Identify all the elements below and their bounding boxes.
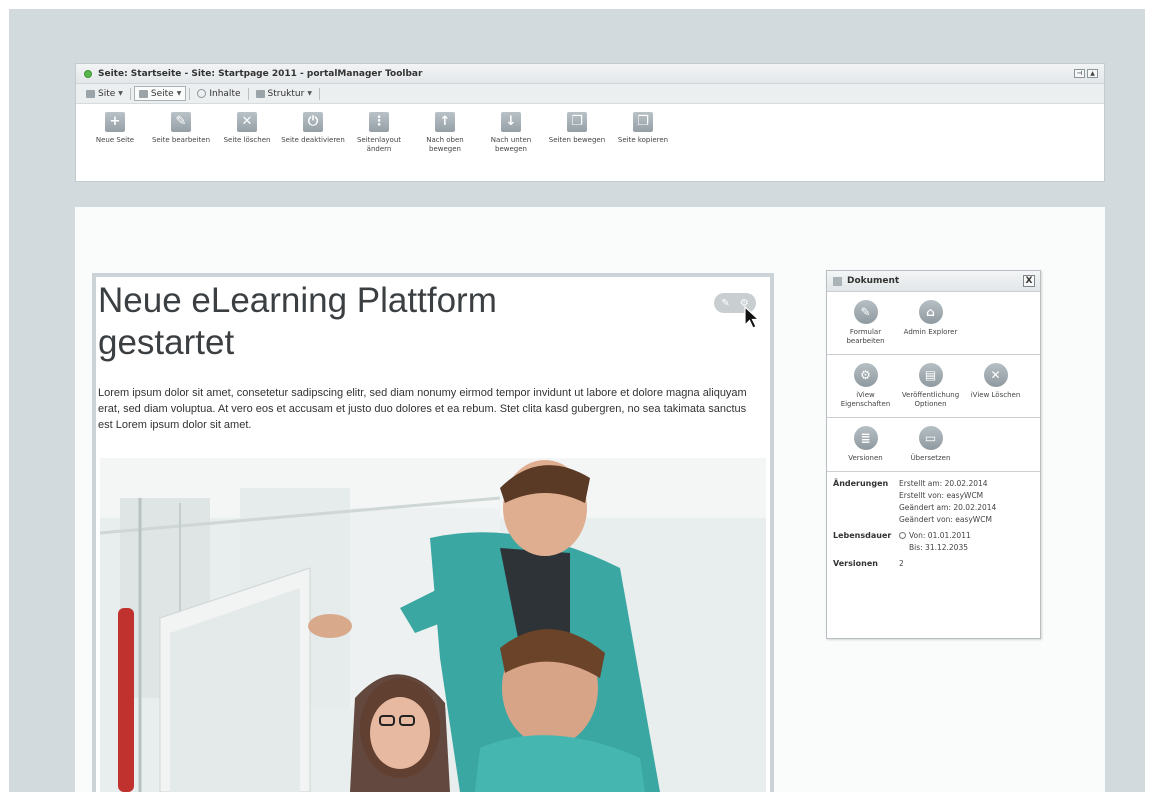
aenderungen-label: Änderungen bbox=[833, 479, 889, 488]
action-label: Seitenlayout ändern bbox=[356, 136, 402, 153]
lebensdauer-von: Von: 01.01.2011 bbox=[909, 531, 971, 540]
pin-icon[interactable]: ⊣ bbox=[1074, 69, 1085, 78]
uebersetzen-button[interactable]: ▭ Übersetzen bbox=[898, 426, 963, 463]
plus-icon: + bbox=[105, 112, 125, 132]
dokument-section-2: ⚙ iView Eigenschaften ▤ Veröffentlichung O… bbox=[827, 355, 1040, 418]
toolbar-titlebar: Seite: Startseite - Site: Startpage 2011… bbox=[76, 64, 1104, 84]
content-icon bbox=[197, 89, 207, 98]
nach-unten-button[interactable]: ↓ Nach unten bewegen bbox=[478, 112, 544, 154]
menu-inhalte[interactable]: Inhalte bbox=[193, 86, 244, 101]
home-icon: ⌂ bbox=[918, 300, 943, 324]
page-icon bbox=[138, 89, 148, 98]
versionen-button[interactable]: ≣ Versionen bbox=[833, 426, 898, 463]
menu-site-label: Site bbox=[98, 88, 116, 99]
publish-icon: ▤ bbox=[918, 363, 943, 387]
pencil-icon: ✎ bbox=[171, 112, 191, 132]
iview-loeschen-button[interactable]: ✕ iView Löschen bbox=[963, 363, 1028, 409]
seite-deaktivieren-button[interactable]: ⏻ Seite deaktivieren bbox=[280, 112, 346, 154]
menu-seite[interactable]: Seite ▼ bbox=[133, 86, 187, 101]
portal-manager-toolbar: Seite: Startseite - Site: Startpage 2011… bbox=[75, 63, 1105, 182]
iview-eigenschaften-button[interactable]: ⚙ iView Eigenschaften bbox=[833, 363, 898, 409]
lebensdauer-label: Lebensdauer bbox=[833, 531, 892, 540]
versions-icon: ≣ bbox=[853, 426, 878, 450]
menu-inhalte-label: Inhalte bbox=[209, 88, 241, 99]
folder-icon bbox=[86, 89, 95, 98]
dokument-title: Dokument bbox=[847, 276, 900, 286]
pencil-icon[interactable]: ✎ bbox=[721, 298, 729, 309]
arrow-up-icon: ↑ bbox=[435, 112, 455, 132]
pencil-circle-icon: ✎ bbox=[853, 300, 878, 324]
action-label: Seite deaktivieren bbox=[281, 136, 345, 144]
dokument-section-1: ✎ Formular bearbeiten ⌂ Admin Explorer bbox=[827, 292, 1040, 355]
structure-icon bbox=[255, 89, 265, 98]
chevron-down-icon: ▼ bbox=[307, 90, 312, 97]
dokument-titlebar: Dokument X bbox=[827, 271, 1040, 292]
x-icon: ✕ bbox=[237, 112, 257, 132]
menu-site[interactable]: Site ▼ bbox=[82, 86, 127, 101]
versionen-label: Versionen bbox=[833, 559, 878, 568]
dokument-info: Änderungen Erstellt am: 20.02.2014 Erste… bbox=[827, 472, 1040, 580]
dokument-panel: Dokument X ✎ Formular bearbeiten ⌂ Admin E… bbox=[826, 270, 1041, 639]
close-icon[interactable]: X bbox=[1023, 275, 1035, 287]
versionen-value: 2 bbox=[899, 559, 904, 568]
button-label: iView Eigenschaften bbox=[840, 391, 891, 408]
nach-oben-button[interactable]: ↑ Nach oben bewegen bbox=[412, 112, 478, 154]
neue-seite-button[interactable]: + Neue Seite bbox=[82, 112, 148, 154]
copy-icon: ❐ bbox=[633, 112, 653, 132]
action-label: Seite kopieren bbox=[617, 136, 669, 144]
button-label: iView Löschen bbox=[970, 391, 1021, 399]
status-dot-icon bbox=[84, 69, 92, 78]
mouse-cursor-icon bbox=[744, 306, 761, 329]
pages-icon: ❐ bbox=[567, 112, 587, 132]
menu-struktur-label: Struktur bbox=[267, 88, 305, 99]
dokument-section-3: ≣ Versionen ▭ Übersetzen bbox=[827, 418, 1040, 472]
erstellt-von: Erstellt von: easyWCM bbox=[899, 491, 984, 500]
x-circle-icon: ✕ bbox=[983, 363, 1008, 387]
button-label: Admin Explorer bbox=[903, 328, 958, 336]
lebensdauer-bis: Bis: 31.12.2035 bbox=[909, 543, 968, 552]
article-headline: Neue eLearning Plattform gestartet bbox=[98, 281, 497, 362]
action-label: Seite löschen bbox=[223, 136, 271, 144]
gear-icon: ⚙ bbox=[853, 363, 878, 387]
action-label: Seite bearbeiten bbox=[151, 136, 211, 144]
seitenlayout-aendern-button[interactable]: ⋮ Seitenlayout ändern bbox=[346, 112, 412, 154]
admin-explorer-button[interactable]: ⌂ Admin Explorer bbox=[898, 300, 963, 346]
toolbar-title: Seite: Startseite - Site: Startpage 2011… bbox=[98, 68, 423, 79]
button-label: Versionen bbox=[848, 454, 883, 462]
chevron-down-icon: ▼ bbox=[118, 90, 123, 97]
button-label: Formular bearbeiten bbox=[846, 328, 885, 345]
collapse-icon[interactable]: ▲ bbox=[1087, 69, 1098, 78]
seite-kopieren-button[interactable]: ❐ Seite kopieren bbox=[610, 112, 676, 154]
veroeffentlichung-optionen-button[interactable]: ▤ Veröffentlichung Optionen bbox=[898, 363, 963, 409]
document-icon bbox=[833, 276, 842, 286]
menu-struktur[interactable]: Struktur ▼ bbox=[252, 86, 316, 101]
arrow-down-icon: ↓ bbox=[501, 112, 521, 132]
translate-icon: ▭ bbox=[918, 426, 943, 450]
chevron-down-icon: ▼ bbox=[176, 90, 182, 97]
article-body: Lorem ipsum dolor sit amet, consetetur s… bbox=[98, 387, 747, 431]
toolbar-actions: + Neue Seite ✎ Seite bearbeiten ✕ Seite lös… bbox=[76, 104, 1104, 154]
article-photo bbox=[100, 458, 766, 792]
power-icon: ⏻ bbox=[303, 112, 323, 132]
action-label: Neue Seite bbox=[95, 136, 135, 144]
seiten-bewegen-button[interactable]: ❐ Seiten bewegen bbox=[544, 112, 610, 154]
geaendert-von: Geändert von: easyWCM bbox=[899, 515, 992, 524]
action-label: Nach oben bewegen bbox=[426, 136, 464, 153]
geaendert-am: Geändert am: 20.02.2014 bbox=[899, 503, 997, 512]
toolbar-menu: Site ▼ Seite ▼ Inhalte Struktur ▼ bbox=[76, 84, 1104, 104]
formular-bearbeiten-button[interactable]: ✎ Formular bearbeiten bbox=[833, 300, 898, 346]
button-label: Übersetzen bbox=[910, 454, 951, 462]
button-label: Veröffentlichung Optionen bbox=[901, 391, 960, 408]
erstellt-am: Erstellt am: 20.02.2014 bbox=[899, 479, 988, 488]
menu-seite-label: Seite bbox=[150, 88, 174, 99]
seite-bearbeiten-button[interactable]: ✎ Seite bearbeiten bbox=[148, 112, 214, 154]
lebensdauer-radio[interactable] bbox=[899, 532, 906, 539]
action-label: Seiten bewegen bbox=[548, 136, 606, 144]
seite-loeschen-button[interactable]: ✕ Seite löschen bbox=[214, 112, 280, 154]
action-label: Nach unten bewegen bbox=[490, 136, 532, 153]
layout-icon: ⋮ bbox=[369, 112, 389, 132]
